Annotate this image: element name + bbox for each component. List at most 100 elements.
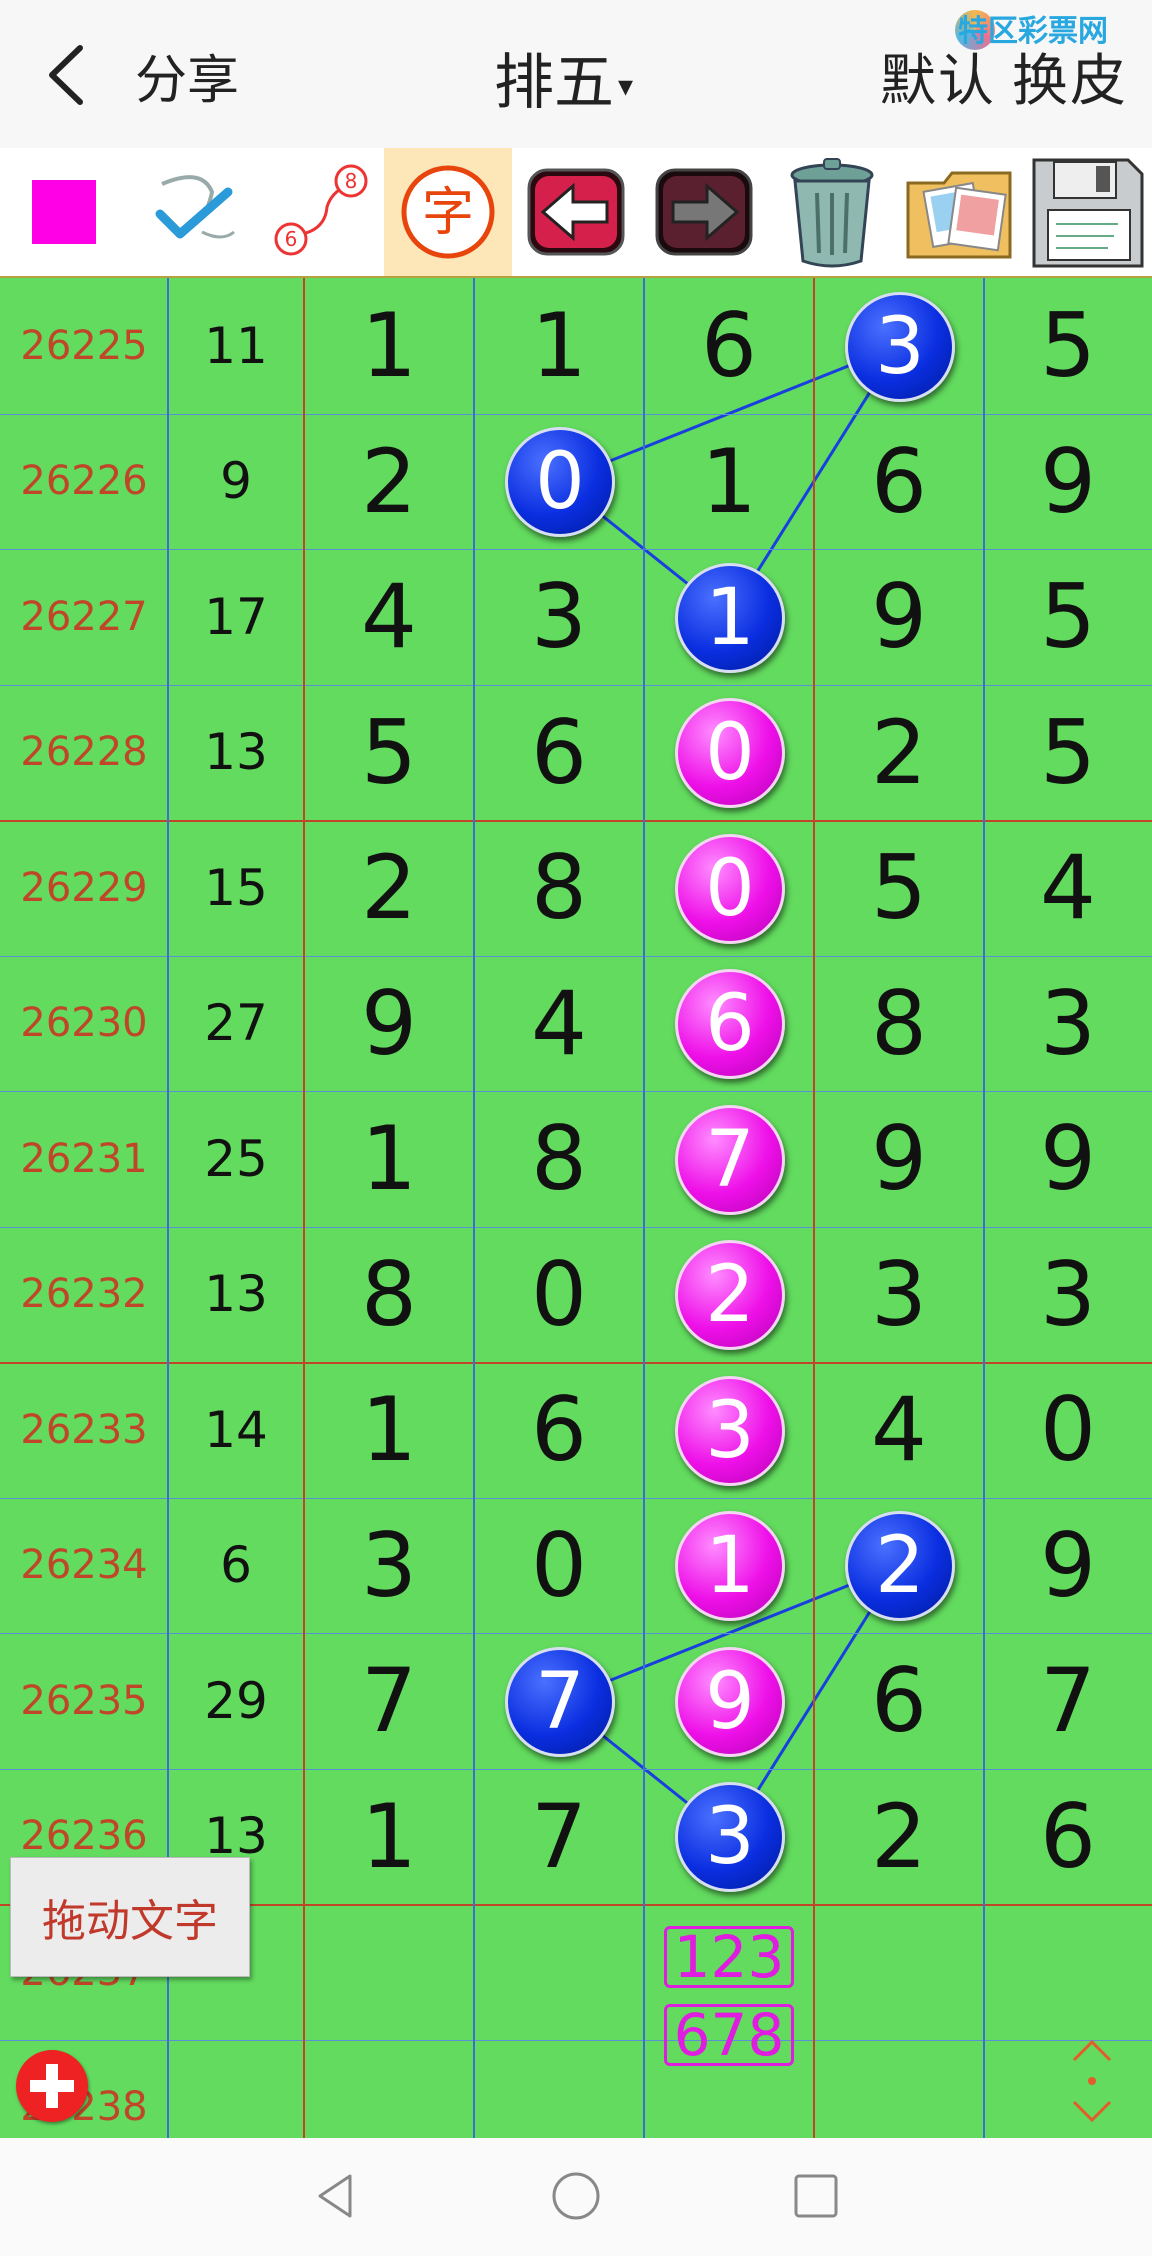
highlight-ball[interactable]: 6 [675,969,785,1080]
default-button[interactable]: 默认 [880,49,996,114]
clear-button[interactable] [768,148,896,276]
highlight-ball[interactable]: 1 [675,1511,785,1622]
digit-cell[interactable] [304,1904,474,2040]
digit-cell[interactable]: 4 [304,549,474,685]
sum-cell: 15 [204,858,268,917]
recent-square-icon[interactable] [786,2166,846,2226]
highlight-ball[interactable]: 2 [675,1240,785,1351]
page-title-dropdown[interactable]: 排五 ▾ [494,34,633,121]
highlight-ball[interactable]: 3 [845,291,955,402]
digit-cell[interactable]: 9 [984,414,1152,550]
digit-cell[interactable]: 1 [474,278,644,414]
save-button[interactable] [1024,148,1152,276]
digit-cell[interactable]: 3 [984,1227,1152,1363]
digit-cell[interactable]: 5 [984,549,1152,685]
digit-cell[interactable] [984,1904,1152,2040]
digit-cell[interactable]: 9 [984,1091,1152,1227]
digit-cell[interactable]: 3 [474,549,644,685]
digit-cell[interactable]: 2 [304,820,474,956]
digit-cell[interactable]: 8 [474,1091,644,1227]
sum-cell: 13 [204,1265,268,1324]
page-title: 排五 [494,48,614,118]
digit-cell[interactable]: 6 [984,1769,1152,1905]
sum-cell: 13 [204,723,268,782]
digit-cell[interactable]: 1 [644,414,814,550]
line-tool-button[interactable]: 8 6 [256,148,384,276]
digit-cell[interactable]: 2 [814,685,984,821]
digit-cell[interactable]: 6 [814,414,984,550]
digit-cell[interactable]: 7 [984,1633,1152,1769]
undo-button[interactable] [512,148,640,276]
highlight-ball[interactable]: 3 [675,1782,785,1893]
photos-button[interactable] [896,148,1024,276]
digit-cell[interactable]: 7 [304,1633,474,1769]
digit-cell[interactable]: 3 [984,956,1152,1092]
change-skin-button[interactable]: 换皮 [1012,49,1128,114]
highlight-ball[interactable]: 2 [845,1511,955,1622]
highlight-ball[interactable]: 1 [675,562,785,673]
line-to-label: 8 [345,169,358,193]
digit-cell[interactable]: 5 [814,820,984,956]
undo-arrow-icon [527,168,625,256]
digit-cell[interactable] [474,1904,644,2040]
digit-cell[interactable]: 8 [814,956,984,1092]
highlight-ball[interactable]: 7 [675,1104,785,1215]
sum-cell: 6 [220,1536,252,1595]
digit-cell[interactable]: 1 [304,278,474,414]
digit-cell[interactable]: 6 [644,278,814,414]
highlight-ball[interactable]: 0 [675,698,785,809]
digit-cell[interactable]: 1 [304,1362,474,1498]
digit-cell[interactable]: 0 [984,1362,1152,1498]
digit-cell[interactable]: 5 [304,685,474,821]
digit-cell[interactable]: 8 [474,820,644,956]
home-circle-icon[interactable] [546,2166,606,2226]
system-nav-bar [0,2138,1152,2256]
digit-cell[interactable]: 4 [474,956,644,1092]
digit-cell[interactable]: 1 [304,1769,474,1905]
plus-circle-icon[interactable] [16,2050,88,2122]
highlight-ball[interactable]: 0 [505,427,615,538]
digit-cell[interactable]: 8 [304,1227,474,1363]
digit-cell[interactable]: 0 [474,1498,644,1634]
digit-cell[interactable]: 9 [304,956,474,1092]
digit-cell[interactable]: 2 [814,1769,984,1905]
scroll-arrows-icon[interactable] [1062,2036,1122,2126]
period-cell: 26231 [20,1135,148,1182]
char-mode-label: 字 [422,183,474,243]
highlight-ball[interactable]: 7 [505,1646,615,1757]
redo-button[interactable] [640,148,768,276]
digit-cell[interactable]: 3 [814,1227,984,1363]
prediction-box: 678 [664,2001,794,2069]
digit-cell[interactable]: 9 [814,1091,984,1227]
drag-text-button[interactable]: 拖动文字 [10,1857,250,1977]
digit-cell[interactable] [814,1904,984,2040]
digit-cell[interactable]: 2 [304,414,474,550]
char-tool-button[interactable]: 字 [384,148,512,276]
back-arrow-icon[interactable] [40,40,100,110]
digit-cell[interactable]: 9 [814,549,984,685]
digit-cell[interactable]: 9 [984,1498,1152,1634]
digit-cell[interactable]: 1 [304,1091,474,1227]
digit-cell[interactable]: 4 [814,1362,984,1498]
digit-cell[interactable]: 0 [474,1227,644,1363]
digit-cell[interactable]: 5 [984,685,1152,821]
digit-cell[interactable]: 6 [474,1362,644,1498]
digit-cell[interactable]: 3 [304,1498,474,1634]
digit-cell[interactable]: 7 [474,1769,644,1905]
back-triangle-icon[interactable] [306,2166,366,2226]
digit-cell[interactable]: 6 [474,685,644,821]
digit-cell[interactable]: 4 [984,820,1152,956]
highlight-ball[interactable]: 0 [675,833,785,944]
color-swatch-button[interactable] [0,148,128,276]
period-cell: 26230 [20,1000,148,1047]
highlight-ball[interactable]: 9 [675,1646,785,1757]
highlight-ball[interactable]: 3 [675,1375,785,1486]
digit-cell[interactable]: 6 [814,1633,984,1769]
sum-cell: 9 [220,452,252,511]
share-button[interactable]: 分享 [135,38,239,113]
digit-cell[interactable]: 5 [984,278,1152,414]
drawing-toolbar: 8 6 字 [0,148,1152,278]
check-tool-button[interactable] [128,148,256,276]
photos-icon [906,171,1012,259]
sum-cell: 29 [204,1671,268,1730]
